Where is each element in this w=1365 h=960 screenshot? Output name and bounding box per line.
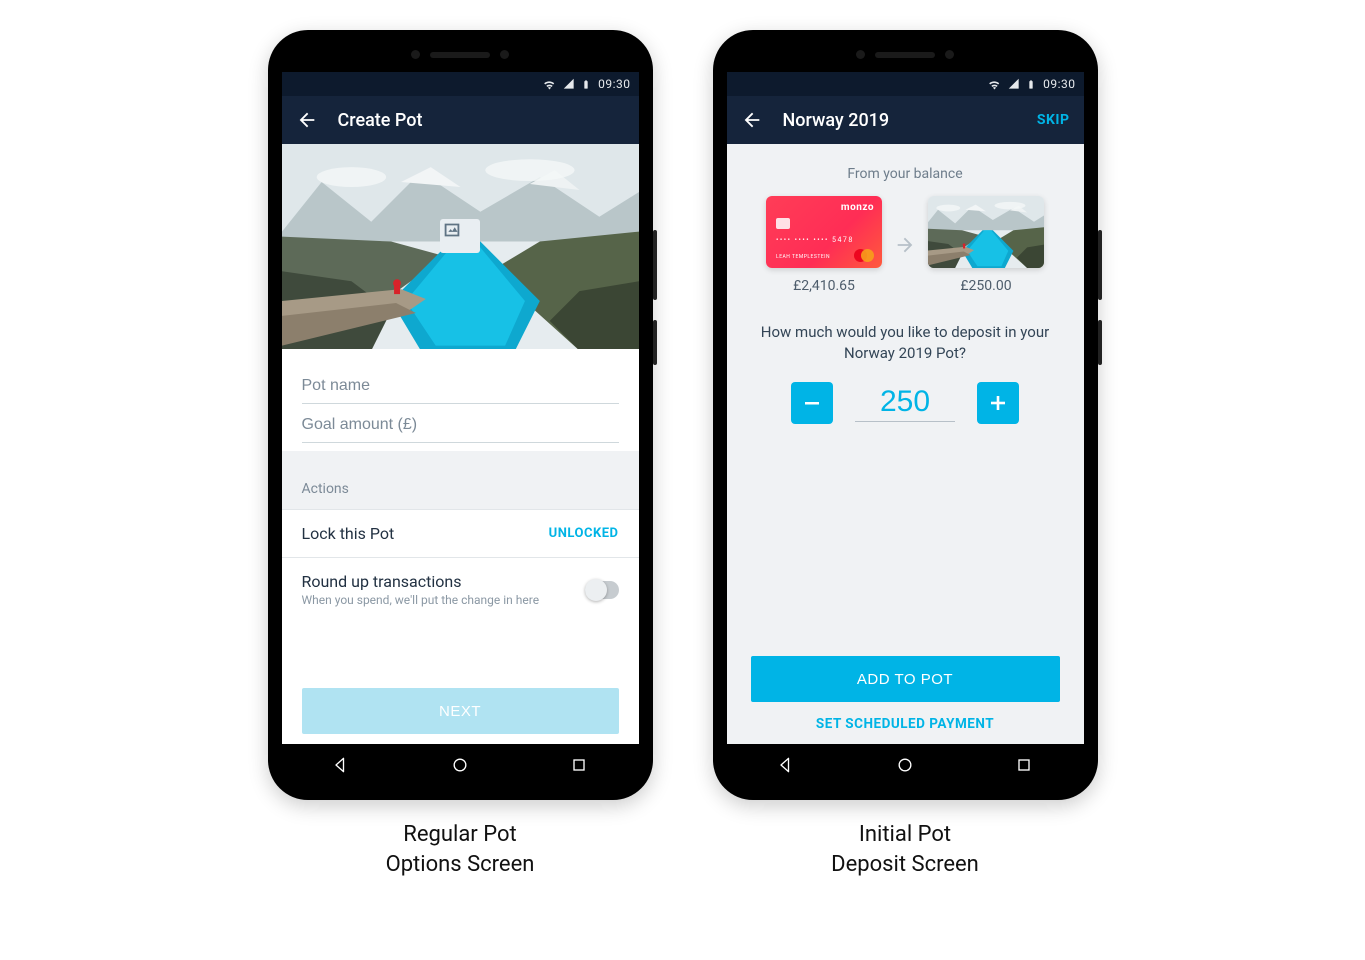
set-scheduled-payment-button[interactable]: SET SCHEDULED PAYMENT bbox=[751, 702, 1060, 736]
nav-recent-icon[interactable] bbox=[1014, 755, 1034, 775]
signal-icon bbox=[562, 77, 576, 91]
deposit-prompt: How much would you like to deposit in yo… bbox=[759, 322, 1052, 364]
nav-home-icon[interactable] bbox=[895, 755, 915, 775]
caption-left: Regular Pot Options Screen bbox=[268, 820, 653, 879]
roundup-toggle[interactable] bbox=[585, 581, 619, 599]
card-brand: monzo bbox=[841, 202, 874, 213]
nav-recent-icon[interactable] bbox=[569, 755, 589, 775]
mastercard-icon bbox=[854, 249, 874, 262]
from-balance-label: From your balance bbox=[749, 166, 1062, 182]
roundup-label: Round up transactions bbox=[302, 572, 540, 591]
back-icon[interactable] bbox=[296, 109, 318, 131]
status-time: 09:30 bbox=[598, 77, 630, 91]
status-bar: 09:30 bbox=[727, 72, 1084, 96]
status-bar: 09:30 bbox=[282, 72, 639, 96]
lock-pot-label: Lock this Pot bbox=[302, 524, 395, 543]
lock-status-badge: UNLOCKED bbox=[549, 526, 619, 541]
app-bar: Norway 2019 SKIP bbox=[727, 96, 1084, 144]
transfer-visual: monzo •••• •••• •••• 5478 LEAH TEMPLESTE… bbox=[749, 196, 1062, 294]
pot-name-input[interactable] bbox=[302, 365, 619, 404]
lock-pot-row[interactable]: Lock this Pot UNLOCKED bbox=[282, 509, 639, 557]
decrease-button[interactable] bbox=[791, 382, 833, 424]
signal-icon bbox=[1007, 77, 1021, 91]
increase-button[interactable] bbox=[977, 382, 1019, 424]
roundup-sub: When you spend, we'll put the change in … bbox=[302, 593, 540, 607]
phone-mockup-create-pot: 09:30 Create Pot Actions bbox=[268, 30, 653, 800]
change-image-button[interactable] bbox=[440, 219, 480, 253]
pot-image-hero[interactable] bbox=[282, 144, 639, 349]
app-bar-title: Create Pot bbox=[338, 110, 423, 131]
battery-icon bbox=[581, 77, 591, 92]
android-nav-bar bbox=[282, 744, 639, 786]
source-balance: £2,410.65 bbox=[793, 278, 855, 294]
nav-home-icon[interactable] bbox=[450, 755, 470, 775]
card-number: •••• •••• •••• 5478 bbox=[776, 236, 854, 244]
battery-icon bbox=[1026, 77, 1036, 92]
wifi-icon bbox=[542, 77, 557, 92]
actions-section-header: Actions bbox=[282, 461, 639, 509]
nav-back-icon[interactable] bbox=[776, 755, 796, 775]
card-holder-name: LEAH TEMPLESTEIN bbox=[776, 254, 830, 260]
minus-icon bbox=[800, 391, 824, 415]
amount-input[interactable] bbox=[855, 384, 955, 422]
phone-mockup-deposit: 09:30 Norway 2019 SKIP From your balance… bbox=[713, 30, 1098, 800]
goal-amount-input[interactable] bbox=[302, 404, 619, 443]
arrow-right-icon bbox=[894, 234, 916, 256]
back-icon[interactable] bbox=[741, 109, 763, 131]
destination-balance: £250.00 bbox=[960, 278, 1011, 294]
caption-right: Initial Pot Deposit Screen bbox=[713, 820, 1098, 879]
app-bar-title: Norway 2019 bbox=[783, 110, 890, 131]
app-bar: Create Pot bbox=[282, 96, 639, 144]
next-button[interactable]: NEXT bbox=[302, 688, 619, 734]
plus-icon bbox=[986, 391, 1010, 415]
wifi-icon bbox=[987, 77, 1002, 92]
roundup-row[interactable]: Round up transactions When you spend, we… bbox=[282, 557, 639, 615]
destination-pot-thumb bbox=[928, 196, 1044, 268]
android-nav-bar bbox=[727, 744, 1084, 786]
nav-back-icon[interactable] bbox=[331, 755, 351, 775]
skip-button[interactable]: SKIP bbox=[1037, 112, 1070, 128]
status-time: 09:30 bbox=[1043, 77, 1075, 91]
add-to-pot-button[interactable]: ADD TO POT bbox=[751, 656, 1060, 702]
image-icon bbox=[440, 219, 464, 241]
source-card: monzo •••• •••• •••• 5478 LEAH TEMPLESTE… bbox=[766, 196, 882, 268]
